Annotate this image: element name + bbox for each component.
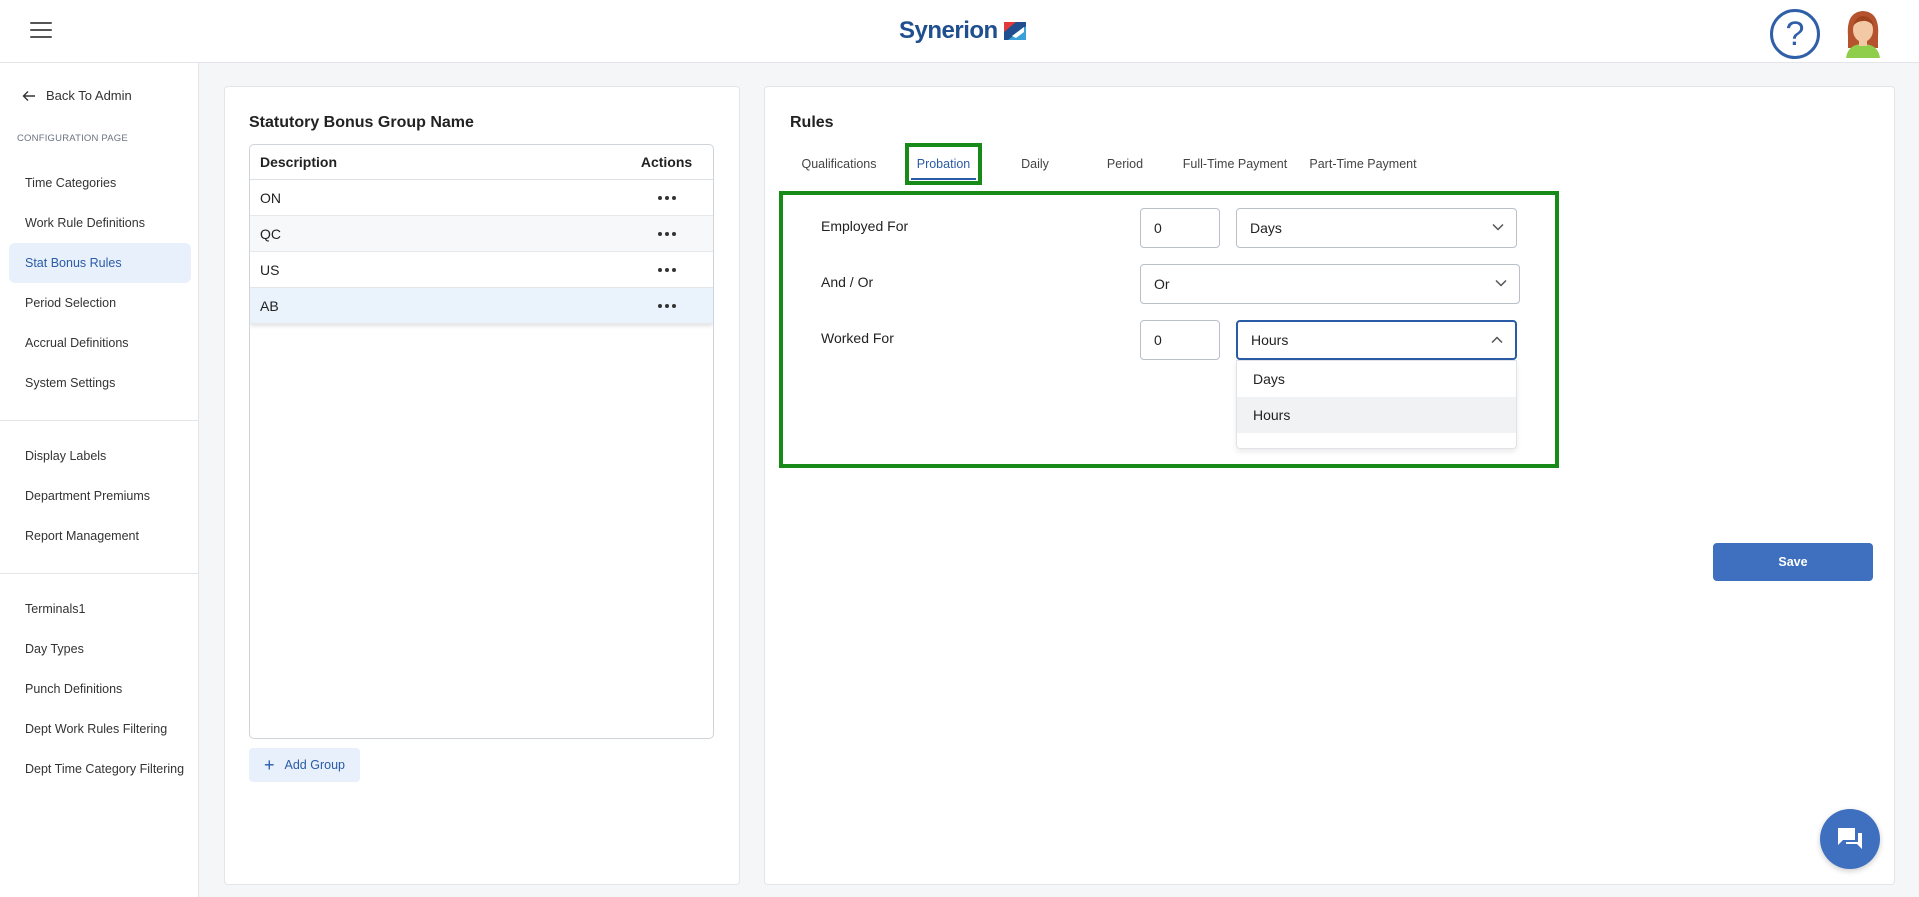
more-actions-icon[interactable]: [657, 195, 676, 200]
rules-panel-title: Rules: [790, 114, 834, 131]
table-row[interactable]: ON: [250, 180, 713, 216]
more-actions-icon[interactable]: [657, 303, 676, 308]
chevron-down-icon: [1495, 279, 1507, 287]
question-mark-icon: ?: [1785, 14, 1805, 53]
sidebar-item-report-management[interactable]: Report Management: [9, 516, 191, 556]
sidebar-item-display-labels[interactable]: Display Labels: [9, 436, 191, 476]
section-title: CONFIGURATION PAGE: [17, 133, 128, 144]
and-or-select[interactable]: Or: [1140, 264, 1520, 304]
avatar[interactable]: [1838, 6, 1888, 58]
tab-daily[interactable]: Daily: [1005, 143, 1065, 185]
worked-for-label: Worked For: [821, 330, 894, 346]
tab-full-time-payment[interactable]: Full-Time Payment: [1177, 143, 1293, 185]
worked-for-unit-select[interactable]: Hours: [1236, 320, 1517, 360]
sidebar-item-dept-time-category-filtering[interactable]: Dept Time Category Filtering: [9, 749, 191, 789]
row-description: AB: [260, 297, 279, 314]
groups-panel: Statutory Bonus Group Name Description A…: [224, 86, 740, 885]
tab-probation[interactable]: Probation: [905, 143, 982, 185]
menu-icon[interactable]: [30, 22, 52, 40]
more-actions-icon[interactable]: [657, 231, 676, 236]
sidebar-item-work-rule-definitions[interactable]: Work Rule Definitions: [9, 203, 191, 243]
column-header-description: Description: [260, 154, 338, 170]
chat-icon: [1838, 828, 1862, 849]
sidebar-item-system-settings[interactable]: System Settings: [9, 363, 191, 403]
chat-button[interactable]: [1820, 809, 1880, 869]
arrow-left-icon: [22, 90, 35, 101]
row-description: US: [260, 261, 280, 278]
sidebar-item-accrual-definitions[interactable]: Accrual Definitions: [9, 323, 191, 363]
employed-for-input[interactable]: 0: [1140, 208, 1220, 248]
add-group-button[interactable]: + Add Group: [249, 748, 360, 782]
employed-for-unit-select[interactable]: Days: [1236, 208, 1517, 248]
dropdown-option-days[interactable]: Days: [1237, 361, 1516, 397]
sidebar: Back To Admin CONFIGURATION PAGE Time Ca…: [0, 63, 199, 897]
chevron-up-icon: [1491, 336, 1503, 344]
logo-mark-icon: [1003, 22, 1026, 40]
table-row[interactable]: QC: [250, 216, 713, 252]
sidebar-item-time-categories[interactable]: Time Categories: [9, 163, 191, 203]
worked-for-input[interactable]: 0: [1140, 320, 1220, 360]
back-to-admin-link[interactable]: Back To Admin: [22, 88, 132, 103]
tab-qualifications[interactable]: Qualifications: [795, 143, 883, 185]
rules-panel: Rules Qualifications Probation Daily Per…: [764, 86, 1895, 885]
sidebar-item-day-types[interactable]: Day Types: [9, 629, 191, 669]
groups-table: Description Actions ON QC US AB: [249, 144, 714, 739]
divider: [0, 420, 199, 421]
top-bar: Synerion ?: [0, 0, 1919, 63]
synerion-logo: Synerion: [899, 14, 1028, 48]
chevron-down-icon: [1492, 223, 1504, 231]
employed-for-label: Employed For: [821, 218, 909, 234]
row-description: QC: [260, 225, 281, 242]
sidebar-item-period-selection[interactable]: Period Selection: [9, 283, 191, 323]
sidebar-item-department-premiums[interactable]: Department Premiums: [9, 476, 191, 516]
tab-period[interactable]: Period: [1090, 143, 1160, 185]
sidebar-item-stat-bonus-rules[interactable]: Stat Bonus Rules: [9, 243, 191, 283]
dropdown-option-hours[interactable]: Hours: [1237, 397, 1516, 433]
sidebar-item-dept-work-rules-filtering[interactable]: Dept Work Rules Filtering: [9, 709, 191, 749]
more-actions-icon[interactable]: [657, 267, 676, 272]
sidebar-item-punch-definitions[interactable]: Punch Definitions: [9, 669, 191, 709]
column-header-actions: Actions: [640, 154, 693, 170]
groups-panel-title: Statutory Bonus Group Name: [249, 114, 474, 131]
sidebar-item-terminals[interactable]: Terminals1: [9, 589, 191, 629]
table-row-selected[interactable]: AB: [250, 288, 713, 324]
divider: [0, 573, 199, 574]
tab-part-time-payment[interactable]: Part-Time Payment: [1303, 143, 1423, 185]
table-row[interactable]: US: [250, 252, 713, 288]
table-header: Description Actions: [250, 145, 713, 180]
unit-dropdown-menu: Days Hours: [1236, 360, 1517, 449]
plus-icon: +: [264, 755, 275, 775]
help-button[interactable]: ?: [1770, 9, 1820, 59]
and-or-label: And / Or: [821, 274, 874, 290]
save-button[interactable]: Save: [1713, 543, 1873, 581]
row-description: ON: [260, 189, 281, 206]
